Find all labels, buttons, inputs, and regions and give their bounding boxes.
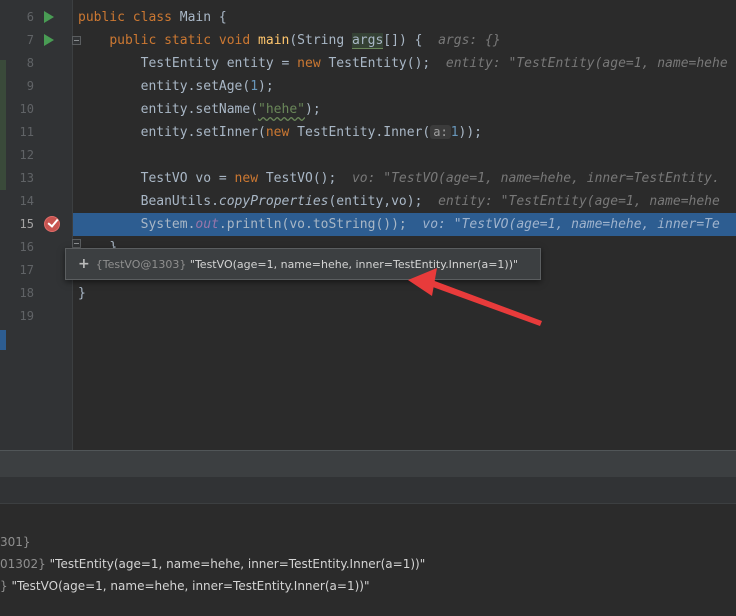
variable-id: 01302} — [0, 557, 46, 571]
variables-panel[interactable]: 301} 01302} "TestEntity(age=1, name=hehe… — [0, 503, 736, 616]
debug-subtoolbar — [0, 477, 736, 504]
variable-row[interactable]: } "TestVO(age=1, name=hehe, inner=TestEn… — [0, 575, 369, 597]
arrow-head — [408, 268, 437, 296]
variable-row[interactable]: 301} — [0, 531, 31, 553]
variable-row[interactable]: 01302} "TestEntity(age=1, name=hehe, inn… — [0, 553, 425, 575]
annotation-arrow-icon — [408, 268, 542, 326]
variable-value: "TestEntity(age=1, name=hehe, inner=Test… — [49, 557, 426, 571]
arrow-shaft — [430, 280, 542, 326]
debug-toolbar — [0, 450, 736, 478]
code-editor[interactable]: 6 7 8 9 10 11 12 13 14 15 16 17 18 19 pu… — [0, 0, 736, 450]
variable-id: } — [0, 579, 8, 593]
variable-id: 301} — [0, 535, 31, 549]
variable-value: "TestVO(age=1, name=hehe, inner=TestEnti… — [11, 579, 370, 593]
